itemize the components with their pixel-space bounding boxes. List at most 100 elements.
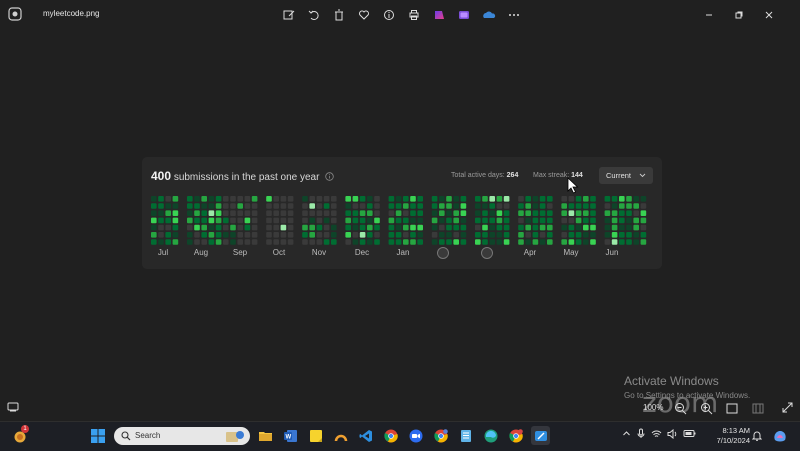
heatmap-cell[interactable] (244, 217, 251, 224)
heatmap-cell[interactable] (345, 232, 351, 238)
heatmap-cell[interactable] (352, 210, 359, 216)
heatmap-cell[interactable] (583, 196, 589, 202)
windows-start-icon[interactable] (90, 428, 106, 444)
heatmap-cell[interactable] (345, 210, 351, 216)
heatmap-cell[interactable] (374, 196, 380, 202)
heatmap-cell[interactable] (331, 196, 337, 202)
heatmap-cell[interactable] (496, 224, 503, 231)
heatmap-cell[interactable] (561, 224, 567, 231)
heatmap-cell[interactable] (489, 217, 495, 224)
heatmap-cell[interactable] (489, 232, 495, 238)
heatmap-cell[interactable] (251, 196, 258, 202)
heatmap-cell[interactable] (518, 210, 524, 216)
heatmap-cell[interactable] (568, 224, 575, 231)
heatmap-cell[interactable] (403, 239, 409, 245)
heatmap-cell[interactable] (611, 210, 618, 216)
heatmap-cell[interactable] (165, 232, 171, 238)
heatmap-cell[interactable] (352, 232, 359, 238)
heatmap-cell[interactable] (302, 196, 308, 202)
heatmap-cell[interactable] (165, 239, 171, 245)
vscode-icon[interactable] (356, 426, 375, 445)
heatmap-cell[interactable] (525, 196, 531, 202)
heatmap-cell[interactable] (158, 239, 164, 245)
heatmap-cell[interactable] (302, 224, 308, 231)
heatmap-cell[interactable] (273, 224, 279, 231)
heatmap-cell[interactable] (215, 224, 222, 231)
heatmap-cell[interactable] (158, 203, 164, 209)
heatmap-cell[interactable] (518, 196, 524, 202)
heatmap-cell[interactable] (532, 196, 539, 202)
heatmap-cell[interactable] (309, 217, 315, 224)
heatmap-cell[interactable] (460, 232, 467, 238)
battery-icon[interactable] (683, 429, 696, 438)
heatmap-cell[interactable] (237, 224, 243, 231)
heatmap-cell[interactable] (201, 239, 207, 245)
heatmap-cell[interactable] (611, 239, 618, 245)
heatmap-cell[interactable] (215, 239, 222, 245)
heatmap-cell[interactable] (453, 224, 459, 231)
heatmap-cell[interactable] (230, 196, 236, 202)
heatmap-cell[interactable] (583, 203, 589, 209)
chrome-icon[interactable] (381, 426, 400, 445)
heatmap-cell[interactable] (604, 224, 611, 231)
filmstrip-icon[interactable] (752, 403, 764, 414)
heatmap-cell[interactable] (561, 203, 567, 209)
taskbar-clock[interactable]: 8:13 AM 7/10/2024 (712, 426, 750, 446)
heatmap-cell[interactable] (633, 232, 639, 238)
heatmap-cell[interactable] (575, 196, 582, 202)
heatmap-cell[interactable] (223, 232, 229, 238)
heatmap-cell[interactable] (518, 232, 524, 238)
heatmap-cell[interactable] (172, 196, 179, 202)
heatmap-cell[interactable] (431, 203, 438, 209)
heatmap-cell[interactable] (446, 210, 452, 216)
heatmap-cell[interactable] (590, 210, 596, 216)
heatmap-cell[interactable] (374, 210, 380, 216)
heatmap-cell[interactable] (302, 239, 308, 245)
heatmap-cell[interactable] (575, 224, 582, 231)
heatmap-cell[interactable] (266, 203, 272, 209)
heatmap-cell[interactable] (460, 224, 467, 231)
heatmap-cell[interactable] (604, 232, 611, 238)
heatmap-cell[interactable] (417, 210, 423, 216)
heatmap-cell[interactable] (640, 196, 647, 202)
heatmap-cell[interactable] (316, 232, 323, 238)
heatmap-cell[interactable] (223, 217, 229, 224)
heatmap-cell[interactable] (590, 239, 596, 245)
heatmap-cell[interactable] (539, 232, 546, 238)
heatmap-cell[interactable] (539, 224, 546, 231)
heatmap-cell[interactable] (208, 224, 215, 231)
heatmap-cell[interactable] (568, 203, 575, 209)
heatmap-cell[interactable] (359, 239, 366, 245)
clipchamp-icon[interactable] (428, 6, 450, 24)
heatmap-cell[interactable] (244, 210, 251, 216)
heatmap-cell[interactable] (244, 232, 251, 238)
heatmap-cell[interactable] (316, 203, 323, 209)
heatmap-cell[interactable] (568, 217, 575, 224)
heatmap-cell[interactable] (633, 239, 639, 245)
heatmap-cell[interactable] (561, 239, 567, 245)
heatmap-cell[interactable] (439, 196, 445, 202)
heatmap-cell[interactable] (266, 232, 272, 238)
heatmap-cell[interactable] (359, 232, 366, 238)
heatmap-cell[interactable] (446, 203, 452, 209)
heatmap-cell[interactable] (172, 224, 179, 231)
heatmap-cell[interactable] (331, 203, 337, 209)
heatmap-cell[interactable] (403, 232, 409, 238)
heatmap-cell[interactable] (359, 217, 366, 224)
heatmap-cell[interactable] (316, 217, 323, 224)
heatmap-cell[interactable] (568, 239, 575, 245)
heatmap-cell[interactable] (439, 210, 445, 216)
heatmap-cell[interactable] (237, 203, 243, 209)
heatmap-cell[interactable] (518, 203, 524, 209)
heatmap-cell[interactable] (388, 232, 395, 238)
heatmap-cell[interactable] (352, 203, 359, 209)
heatmap-cell[interactable] (367, 210, 373, 216)
heatmap-cell[interactable] (316, 224, 323, 231)
heatmap-cell[interactable] (446, 196, 452, 202)
heatmap-cell[interactable] (633, 217, 639, 224)
heatmap-cell[interactable] (151, 210, 157, 216)
heatmap-cell[interactable] (532, 210, 539, 216)
heatmap-cell[interactable] (575, 210, 582, 216)
heatmap-cell[interactable] (302, 232, 308, 238)
heatmap-cell[interactable] (158, 224, 164, 231)
